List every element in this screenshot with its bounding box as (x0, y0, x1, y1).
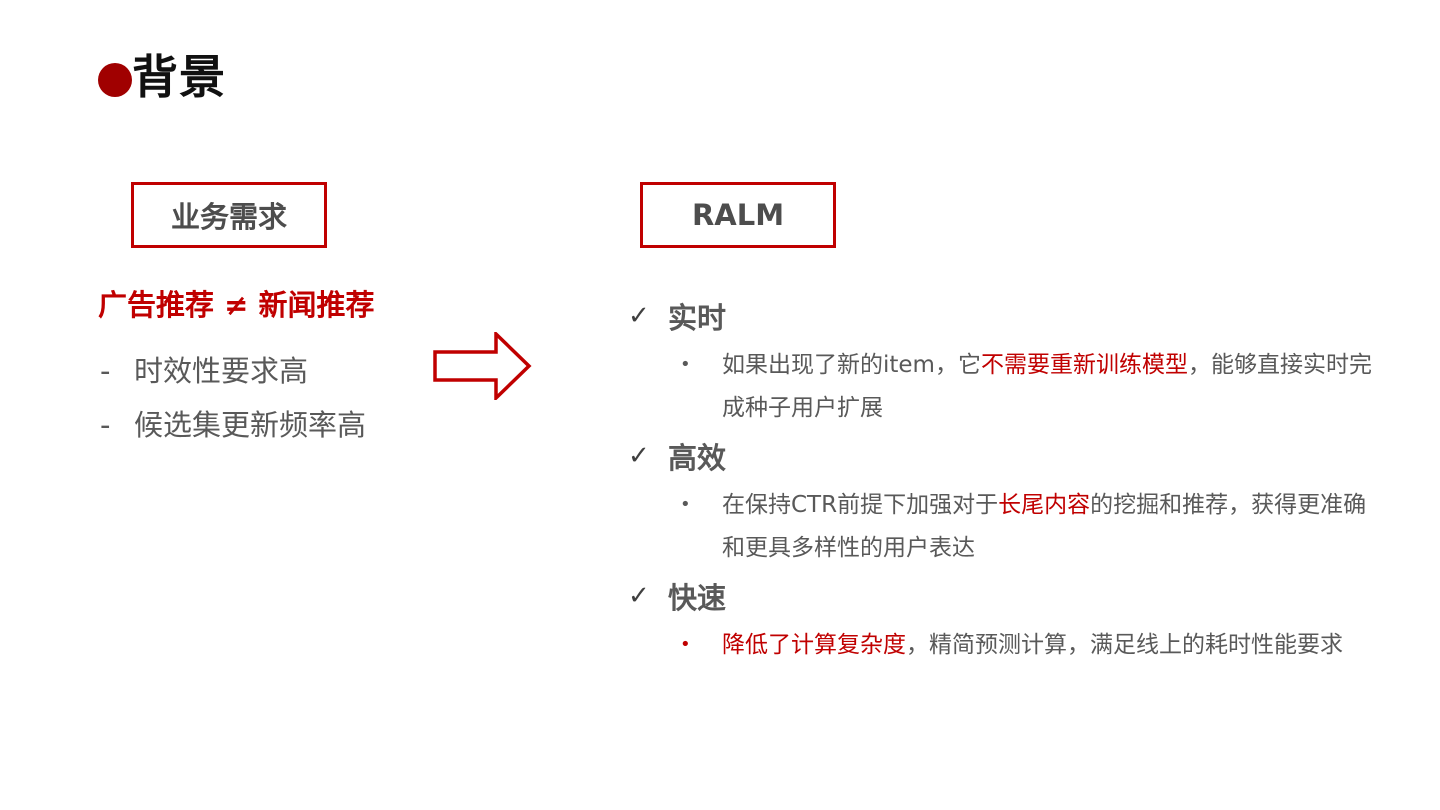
check-icon: ✓ (628, 581, 650, 611)
feature-title: 实时 (668, 301, 727, 335)
title-text: 背景 (132, 50, 226, 104)
feature-title: 快速 (668, 581, 727, 615)
highlight-text: 降低了计算复杂度 (722, 632, 906, 658)
requirements-list: - 时效性要求高 - 候选集更新频率高 (100, 348, 366, 456)
slide: 背景 业务需求 RALM 广告推荐 ≠ 新闻推荐 - 时效性要求高 - 候选集更新频… (0, 0, 1440, 810)
highlight-text: 长尾内容 (998, 492, 1091, 518)
list-item-text: 时效性要求高 (134, 354, 309, 388)
list-item-text: 候选集更新频率高 (134, 408, 367, 442)
check-icon: ✓ (628, 301, 650, 331)
title-dot-icon (98, 63, 132, 97)
ralm-box: RALM (640, 182, 836, 248)
feature-efficient: ✓ 高效 • 在保持CTR前提下加强对于长尾内容的挖掘和推荐，获得更准确和更具多… (628, 430, 1388, 570)
feature-title: 高效 (668, 441, 727, 475)
bullet-icon: • (680, 354, 691, 375)
dash-marker: - (100, 408, 111, 442)
list-item: - 时效性要求高 (100, 348, 366, 402)
feature-fast: ✓ 快速 • 降低了计算复杂度，精简预测计算，满足线上的耗时性能要求 (628, 570, 1388, 667)
text-segment: 在保持CTR前提下加强对于 (722, 492, 999, 518)
highlight-text: 不需要重新训练模型 (980, 352, 1188, 378)
feature-description: 在保持CTR前提下加强对于长尾内容的挖掘和推荐，获得更准确和更具多样性的用户表达 (722, 484, 1382, 570)
right-arrow-icon (433, 332, 532, 400)
list-item: - 候选集更新频率高 (100, 402, 366, 456)
ralm-features: ✓ 实时 • 如果出现了新的item，它不需要重新训练模型，能够直接实时完成种子… (628, 290, 1388, 667)
bullet-icon: • (680, 494, 691, 515)
text-segment: ，精简预测计算，满足线上的耗时性能要求 (906, 632, 1343, 658)
feature-description: 降低了计算复杂度，精简预测计算，满足线上的耗时性能要求 (722, 624, 1382, 667)
feature-realtime: ✓ 实时 • 如果出现了新的item，它不需要重新训练模型，能够直接实时完成种子… (628, 290, 1388, 430)
dash-marker: - (100, 354, 111, 388)
slide-title: 背景 (98, 44, 226, 104)
check-icon: ✓ (628, 441, 650, 471)
text-segment: 如果出现了新的item，它 (722, 352, 981, 378)
left-headline: 广告推荐 ≠ 新闻推荐 (98, 288, 375, 322)
bullet-icon: • (680, 634, 691, 655)
feature-description: 如果出现了新的item，它不需要重新训练模型，能够直接实时完成种子用户扩展 (722, 344, 1382, 430)
business-requirements-box: 业务需求 (131, 182, 327, 248)
